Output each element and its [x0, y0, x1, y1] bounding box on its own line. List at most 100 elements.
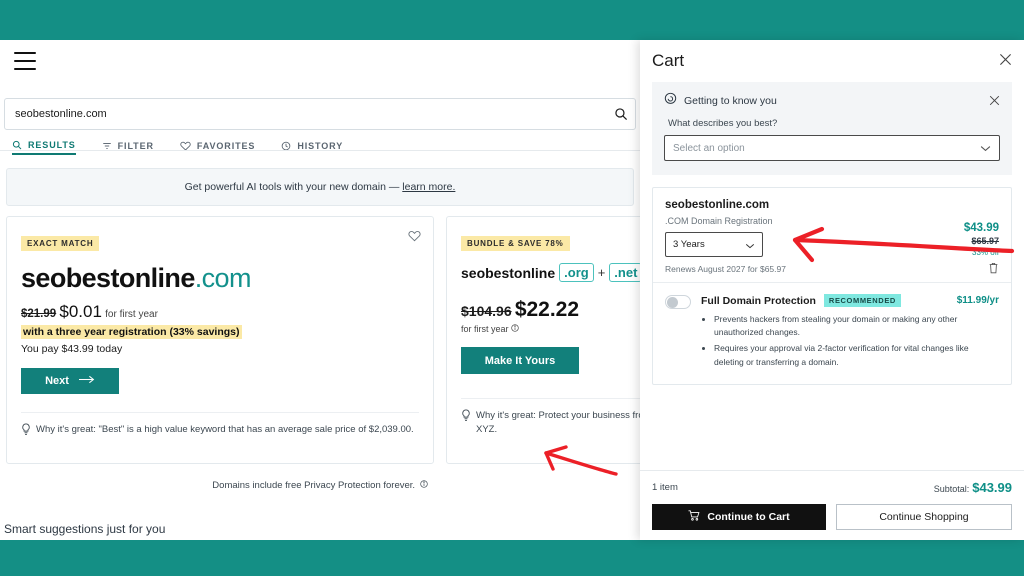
- lightbulb-icon: [21, 423, 31, 441]
- exact-domain-tld: .com: [194, 263, 252, 293]
- cart-action-buttons: Continue to Cart Continue Shopping: [652, 504, 1012, 530]
- exact-why-its-great: Why it's great: "Best" is a high value k…: [21, 412, 419, 441]
- cart-line-item: seobestonline.com .COM Domain Registrati…: [652, 187, 1012, 385]
- survey-close-icon[interactable]: [989, 94, 1000, 109]
- search-icon[interactable]: [607, 107, 635, 121]
- cart-panel: Cart Getting to know you What describes …: [640, 40, 1024, 540]
- addon-benefits-list: Prevents hackers from stealing your doma…: [714, 313, 999, 369]
- addon-bullet: Requires your approval via 2-factor veri…: [714, 342, 999, 368]
- exact-price-now: $0.01: [59, 302, 102, 321]
- cart-item-domain: seobestonline.com: [665, 199, 770, 211]
- exact-domain-sld: seobestonline: [21, 263, 195, 293]
- cart-body: Getting to know you What describes you b…: [640, 82, 1024, 470]
- cart-item-type: .COM Domain Registration: [665, 216, 773, 226]
- domain-protection-addon: Full Domain Protection RECOMMENDED Preve…: [653, 282, 1011, 384]
- tab-filter[interactable]: FILTER: [102, 140, 154, 155]
- survey-title: Getting to know you: [684, 95, 777, 107]
- addon-title: Full Domain Protection: [701, 294, 816, 307]
- cart-item-discount: 33% off: [972, 248, 999, 257]
- trash-icon[interactable]: [964, 262, 999, 274]
- hamburger-menu-icon[interactable]: [14, 52, 36, 70]
- cart-item-price-was: $65.97: [971, 236, 999, 246]
- exact-today-price: You pay $43.99 today: [21, 343, 123, 355]
- cart-footer: 1 item Subtotal:$43.99 Continue to Cart: [640, 470, 1024, 540]
- continue-to-cart-label: Continue to Cart: [707, 511, 790, 523]
- search-icon: [12, 140, 22, 150]
- search-tabs: RESULTS FILTER FAVORITES HISTORY: [4, 130, 636, 163]
- chevron-down-icon: [980, 139, 991, 157]
- top-frame-bar: [0, 0, 1024, 40]
- info-icon[interactable]: [510, 324, 519, 334]
- addon-header: Full Domain Protection RECOMMENDED: [701, 294, 999, 307]
- privacy-note-text: Domains include free Privacy Protection …: [212, 480, 416, 491]
- cart-item-renewal-note: Renews August 2027 for $65.97: [665, 264, 786, 274]
- subtotal-label: Subtotal:: [933, 484, 970, 494]
- subtotal-row: 1 item Subtotal: $43.99: [652, 480, 1012, 495]
- cart-item-price-column: $43.99 $65.97 33% off: [964, 222, 999, 274]
- favorite-heart-icon[interactable]: [408, 229, 421, 247]
- exact-match-card: EXACT MATCH seobestonline.com $21.99 $0.…: [6, 216, 434, 464]
- lightbulb-icon: [461, 409, 471, 427]
- continue-shopping-label: Continue Shopping: [879, 511, 969, 523]
- exact-price-was: $21.99: [21, 308, 57, 320]
- chevron-down-icon: [745, 236, 755, 254]
- bottom-frame-bar: [0, 540, 1024, 576]
- subtotal-value: $43.99: [972, 480, 1012, 495]
- tab-favorites[interactable]: FAVORITES: [180, 140, 255, 155]
- exact-price-row: $21.99 $0.01 for first year: [21, 302, 419, 322]
- cart-title: Cart: [652, 51, 685, 70]
- bundle-save-badge: BUNDLE & SAVE 78%: [461, 236, 570, 251]
- cart-item-count: 1 item: [652, 482, 678, 493]
- search-input[interactable]: [5, 108, 607, 120]
- bundle-price-now: $22.22: [514, 298, 580, 321]
- cart-item-main: seobestonline.com .COM Domain Registrati…: [653, 188, 1011, 282]
- survey-module: Getting to know you What describes you b…: [652, 82, 1012, 175]
- survey-select-value: Select an option: [673, 142, 745, 154]
- cart-item-price-now: $43.99: [963, 222, 999, 234]
- continue-to-cart-button[interactable]: Continue to Cart: [652, 504, 826, 530]
- arrow-right-icon: [78, 375, 95, 387]
- shopping-cart-icon: [688, 510, 700, 524]
- info-icon[interactable]: [417, 480, 428, 491]
- tab-results[interactable]: RESULTS: [12, 140, 76, 155]
- survey-question: What describes you best?: [668, 118, 778, 129]
- survey-header: Getting to know you: [664, 92, 1000, 110]
- exact-savings-highlight: with a three year registration (33% savi…: [21, 325, 242, 339]
- tabs-divider: [0, 150, 640, 151]
- bundle-price-was: $104.96: [461, 303, 512, 319]
- screenshot-root: RESULTS FILTER FAV: [0, 0, 1024, 576]
- cart-close-icon[interactable]: [999, 53, 1012, 69]
- search-area: RESULTS FILTER FAV: [4, 98, 636, 163]
- exact-price-suffix: for first year: [105, 309, 158, 320]
- term-length-select[interactable]: 3 Years: [665, 232, 763, 257]
- exact-domain-name[interactable]: seobestonline.com: [21, 263, 419, 294]
- promo-text: Get powerful AI tools with your new doma…: [185, 181, 456, 193]
- subtotal-wrap: Subtotal: $43.99: [934, 480, 1012, 495]
- promo-learn-more-link[interactable]: learn more.: [402, 181, 455, 193]
- privacy-protection-note: Domains include free Privacy Protection …: [0, 480, 640, 491]
- term-length-value: 3 Years: [673, 239, 705, 250]
- exact-why-text: Why it's great: "Best" is a high value k…: [36, 424, 414, 435]
- search-box[interactable]: [4, 98, 636, 130]
- toggle-off-icon[interactable]: [665, 295, 691, 309]
- next-button[interactable]: Next: [21, 368, 119, 394]
- make-it-yours-button[interactable]: Make It Yours: [461, 347, 579, 374]
- continue-shopping-button[interactable]: Continue Shopping: [836, 504, 1012, 530]
- exact-match-badge: EXACT MATCH: [21, 236, 100, 251]
- addon-bullet: Prevents hackers from stealing your doma…: [714, 313, 999, 339]
- tab-results-label: RESULTS: [28, 140, 76, 150]
- survey-badge-icon: [664, 92, 677, 110]
- ai-tools-promo-banner: Get powerful AI tools with your new doma…: [6, 168, 634, 206]
- bundle-domain-sld: seobestonline: [461, 264, 556, 281]
- bundle-tld-org[interactable]: .org: [559, 263, 594, 282]
- survey-select[interactable]: Select an option: [664, 135, 1000, 161]
- next-button-label: Next: [45, 375, 69, 387]
- make-it-yours-label: Make It Yours: [484, 354, 556, 367]
- bundle-price-suffix: for first year: [461, 324, 509, 334]
- smart-suggestions-heading: Smart suggestions just for you: [4, 522, 166, 536]
- plus-separator-1: +: [597, 265, 606, 280]
- survey-title-wrap: Getting to know you: [664, 92, 777, 110]
- bundle-tld-net[interactable]: .net: [609, 263, 643, 282]
- promo-message: Get powerful AI tools with your new doma…: [184, 181, 403, 193]
- tab-history[interactable]: HISTORY: [281, 140, 343, 155]
